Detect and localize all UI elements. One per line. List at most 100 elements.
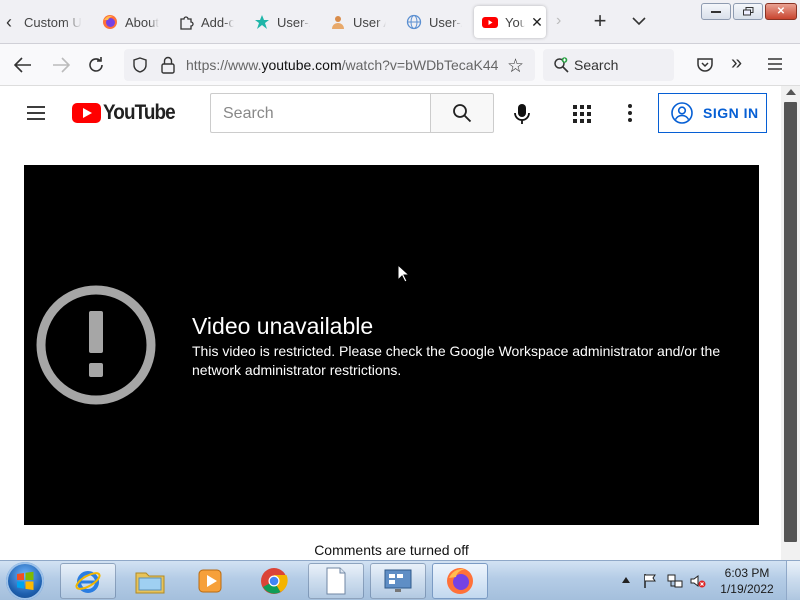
globe-icon [406, 14, 422, 30]
app-menu-icon[interactable] [768, 58, 782, 70]
tab-label: User-A [429, 14, 462, 30]
list-all-tabs-button[interactable] [630, 12, 648, 30]
sign-in-label: SIGN IN [703, 105, 759, 121]
folder-icon [135, 572, 165, 594]
search-icon [453, 104, 472, 123]
overflow-menu-icon[interactable]: » [731, 52, 742, 75]
tracking-shield-icon[interactable] [132, 57, 148, 73]
show-desktop-button[interactable] [786, 561, 800, 600]
url-bar[interactable]: https://www.youtube.com/watch?v=bWDbTeca… [124, 49, 535, 81]
url-text[interactable]: https://www.youtube.com/watch?v=bWDbTeca… [186, 57, 501, 73]
forward-arrow-icon [53, 57, 70, 73]
start-button[interactable] [6, 562, 44, 600]
restore-icon [742, 7, 753, 16]
account-avatar-icon [671, 102, 693, 124]
search-engine-icon [554, 57, 569, 73]
maximize-button[interactable] [733, 3, 763, 20]
scroll-up-icon[interactable] [786, 89, 796, 95]
url-path: /watch?v=bWDbTecaK44 [341, 57, 499, 73]
taskbar-media-player[interactable] [182, 563, 238, 599]
navigation-toolbar: https://www.youtube.com/watch?v=bWDbTeca… [0, 44, 800, 86]
comments-status: Comments are turned off [0, 542, 781, 558]
control-panel-icon [384, 569, 412, 592]
reload-icon [89, 57, 103, 72]
forward-button[interactable] [50, 54, 72, 76]
clock-time: 6:03 PM [724, 566, 770, 580]
taskbar-firefox[interactable] [432, 563, 488, 599]
minimize-button[interactable] [701, 3, 731, 20]
youtube-logo-text: YouTube [103, 101, 176, 124]
tab-label: Custom U [24, 14, 82, 30]
web-page: YouTube Search SIGN IN Video unavailable… [0, 86, 781, 560]
firefox-icon [102, 14, 118, 30]
tab-about[interactable]: About [102, 6, 162, 38]
pocket-icon[interactable] [696, 56, 714, 74]
puzzle-icon [178, 14, 194, 30]
taskbar-chrome[interactable] [246, 563, 302, 599]
back-arrow-icon [14, 57, 31, 73]
tab-label: YouTube [505, 14, 525, 30]
internet-explorer-icon [75, 571, 101, 593]
youtube-search-placeholder: Search [223, 105, 274, 122]
tab-user-agent-3[interactable]: User-A [406, 6, 462, 38]
tab-user-agent-1[interactable]: User-A [254, 6, 310, 38]
mouse-cursor-icon [397, 264, 409, 283]
taskbar-file-explorer[interactable] [122, 563, 178, 599]
tab-scroll-right-button[interactable]: › [556, 12, 561, 30]
error-exclamation-icon [36, 285, 156, 405]
comments-status-text: Comments are turned off [314, 542, 469, 558]
teal-star-icon [254, 14, 270, 30]
windows-taskbar: 6:03 PM 1/19/2022 [0, 560, 800, 600]
youtube-search-button[interactable] [430, 93, 494, 133]
chevron-down-icon [632, 17, 646, 26]
youtube-logo[interactable]: YouTube [72, 101, 183, 124]
lock-icon[interactable] [160, 56, 176, 74]
url-domain: youtube.com [261, 57, 342, 73]
url-prefix: https://www. [186, 57, 262, 73]
action-center-flag-icon[interactable] [642, 573, 658, 589]
browser-search-box[interactable]: Search [543, 49, 674, 81]
tab-scroll-left-button[interactable]: ‹ [6, 12, 22, 32]
tab-label: User-A [277, 14, 310, 30]
tab-addons[interactable]: Add-ons [178, 6, 234, 38]
tab-youtube[interactable]: YouTube ✕ [474, 6, 546, 38]
youtube-icon [482, 14, 498, 30]
document-icon [326, 567, 346, 595]
back-button[interactable] [12, 54, 34, 76]
guide-menu-icon[interactable] [26, 106, 46, 120]
sign-in-button[interactable]: SIGN IN [658, 93, 767, 133]
page-scrollbar[interactable] [781, 86, 800, 560]
bookmark-star-icon[interactable]: ☆ [507, 55, 524, 78]
browser-search-placeholder: Search [574, 57, 619, 73]
close-icon: ✕ [776, 6, 786, 17]
more-vertical-icon[interactable] [627, 104, 633, 122]
player-error-message: This video is restricted. Please check t… [192, 343, 721, 378]
network-icon[interactable] [667, 573, 683, 589]
microphone-icon[interactable] [512, 103, 532, 125]
show-hidden-icons-icon[interactable] [622, 577, 630, 583]
clock-date: 1/19/2022 [720, 582, 774, 596]
scrollbar-thumb[interactable] [784, 102, 797, 542]
media-player-icon [198, 569, 222, 593]
video-player[interactable]: Video unavailable This video is restrict… [24, 165, 759, 525]
tab-label: About [125, 14, 159, 30]
tab-label: Add-ons [201, 14, 234, 30]
close-tab-icon[interactable]: ✕ [529, 14, 545, 31]
tab-user-agent-2[interactable]: User A [330, 6, 386, 38]
youtube-search-input[interactable]: Search [210, 93, 431, 133]
window-controls: ✕ [701, 3, 797, 20]
user-icon [330, 14, 346, 30]
new-tab-button[interactable]: + [590, 9, 610, 33]
close-window-button[interactable]: ✕ [765, 3, 797, 20]
reload-button[interactable] [85, 54, 107, 76]
player-error-title: Video unavailable [192, 313, 374, 339]
tab-label: User A [353, 14, 386, 30]
youtube-play-icon [72, 103, 101, 123]
tab-custom[interactable]: Custom U [24, 6, 86, 38]
taskbar-notepad[interactable] [308, 563, 364, 599]
taskbar-clock[interactable]: 6:03 PM 1/19/2022 [715, 565, 779, 597]
taskbar-internet-explorer[interactable] [60, 563, 116, 599]
apps-grid-icon[interactable] [573, 105, 591, 123]
taskbar-control-panel[interactable] [370, 563, 426, 599]
volume-muted-icon[interactable] [690, 573, 706, 589]
